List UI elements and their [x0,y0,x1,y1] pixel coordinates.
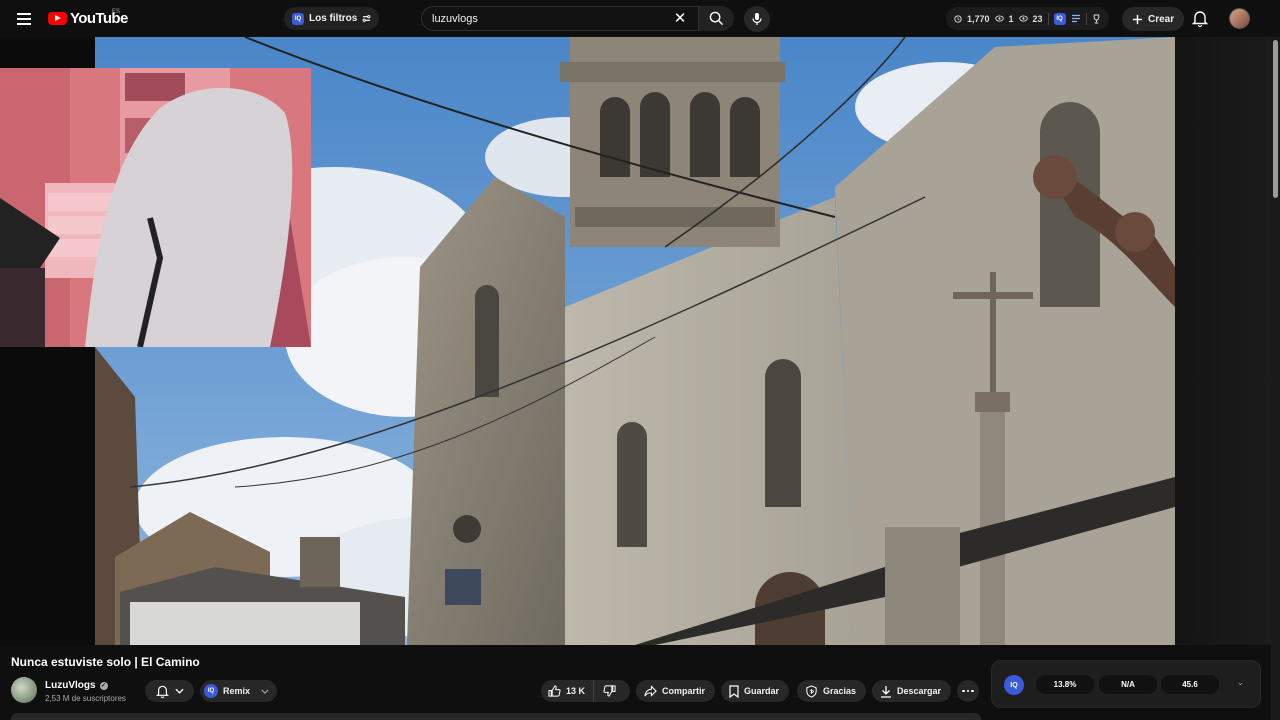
eye-icon [994,15,1004,22]
dislike-button[interactable] [594,680,624,702]
region-label: ES [112,9,121,15]
download-icon [881,685,891,698]
like-icon [548,685,561,697]
notifications-button[interactable] [1191,9,1209,32]
like-button[interactable]: 13 K [541,680,595,702]
create-button[interactable]: Crear [1122,7,1185,31]
share-button[interactable]: Compartir [636,680,716,702]
video-title: Nunca estuviste solo | El Camino [11,655,200,669]
stats-count-b: 23 [1032,13,1043,24]
stats-views: 1,770 [967,13,990,24]
chevron-down-icon [174,688,184,694]
dislike-icon [602,685,616,697]
download-label: Descargar [897,686,942,696]
more-icon[interactable] [957,680,979,702]
thanks-label: Gracias [823,686,857,696]
like-count: 13 K [566,686,586,696]
download-button[interactable]: Descargar [872,680,952,702]
thanks-icon [806,684,817,698]
eye-icon [1018,15,1028,22]
iq-icon: IQ [292,12,304,25]
channel-name[interactable]: LuzuVlogs ✓ [45,680,108,691]
filters-label: Los filtros [309,13,358,24]
chevron-down-icon[interactable]: ⌄ [1237,678,1244,687]
filter-icon [362,15,371,22]
subscriber-count: 2,53 M de suscriptores [45,694,126,703]
bell-icon [1191,11,1209,28]
save-button[interactable]: Guardar [721,680,790,702]
clock-icon [954,14,962,23]
subscription-bell-button[interactable] [145,680,194,702]
iq-stats-panel: IQ 13.8% N/A 45.6 ⌄ [991,660,1261,708]
stats-count-a: 1 [1008,13,1014,24]
description-box[interactable] [11,713,981,720]
share-icon [644,685,657,697]
search-button[interactable] [698,6,734,31]
iq-metric-2: N/A [1099,675,1157,694]
channel-avatar[interactable] [11,677,37,703]
avatar[interactable] [1229,8,1250,29]
remix-label: Remix [223,686,251,696]
verified-icon: ✓ [99,681,108,690]
chevron-down-icon [261,689,269,694]
mic-icon [752,13,762,25]
search-input[interactable] [432,10,662,28]
search-box: ✕ [421,6,734,31]
mic-button[interactable] [744,6,770,32]
list-icon[interactable] [1071,14,1081,23]
like-dislike-group: 13 K [541,680,630,702]
iq-icon: IQ [204,684,218,698]
save-label: Guardar [744,686,780,696]
scrollbar-thumb[interactable] [1273,40,1278,198]
player-letterbox [1175,37,1271,645]
facecam-overlay [0,68,311,347]
remix-button[interactable]: IQ Remix [200,680,278,702]
separator [1047,12,1049,25]
channel-name-text: LuzuVlogs [45,680,96,691]
plus-icon [1132,14,1143,24]
create-label: Crear [1148,13,1175,25]
youtube-play-icon [48,12,67,25]
thanks-button[interactable]: Gracias [797,680,867,702]
separator [1085,12,1087,25]
close-icon[interactable]: ✕ [672,11,688,27]
bookmark-icon [729,684,739,698]
search-icon [709,11,724,26]
iq-metric-1: 13.8% [1036,675,1094,694]
menu-icon[interactable] [14,9,34,29]
stats-pill[interactable]: 1,770 1 23 IQ [946,7,1109,30]
video-player[interactable] [0,37,1271,645]
iq-icon[interactable]: IQ [1053,12,1066,25]
filters-button[interactable]: IQ Los filtros [284,7,380,30]
iq-metric-3: 45.6 [1161,675,1219,694]
share-label: Compartir [662,686,706,696]
top-bar: YouTube ES IQ Los filtros ✕ 1,770 1 23 I… [0,0,1280,37]
iq-icon[interactable]: IQ [1004,675,1024,695]
bell-icon [155,685,169,698]
trophy-icon[interactable] [1092,13,1101,24]
